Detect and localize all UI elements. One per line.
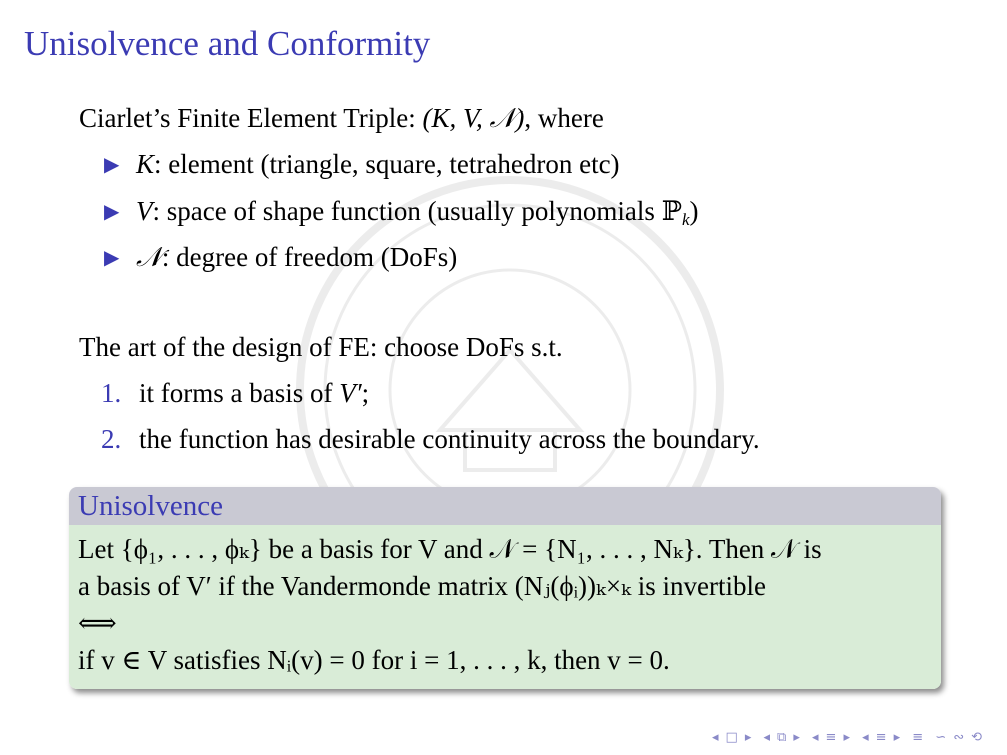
nav-next-subsection-icon[interactable]: ▸ [793, 730, 801, 745]
nav-prev-frame-icon[interactable]: ◂ [712, 730, 720, 745]
bullet-item: ▶ V: space of shape function (usually pol… [104, 196, 699, 229]
triple-where: , where [524, 103, 604, 133]
bullet-text: : degree of freedom (DoFs) [161, 242, 458, 272]
enum-math: V′ [339, 378, 362, 408]
block-line: if v ∈ V satisfies Nᵢ(v) = 0 for i = 1, … [78, 645, 670, 675]
triple-intro: Ciarlet’s Finite Element Triple: [79, 103, 416, 133]
slide-title: Unisolvence and Conformity [24, 24, 431, 63]
nav-subsection-icon[interactable]: ⧉ [777, 730, 787, 745]
bullet-triangle-icon: ▶ [104, 247, 120, 269]
nav-next-part-icon[interactable]: ▸ [894, 730, 902, 745]
bullet-item: ▶ 𝒩: degree of freedom (DoFs) [104, 244, 457, 271]
unisolvence-block: Unisolvence Let {ϕ₁, . . . , ϕₖ} be a ba… [69, 487, 941, 689]
nav-prev-subsection-icon[interactable]: ◂ [764, 730, 772, 745]
block-body: Let {ϕ₁, . . . , ϕₖ} be a basis for V an… [69, 525, 941, 689]
beamer-navigation-bar: ◂ □ ▸ ◂ ⧉ ▸ ◂ ≡ ▸ ◂ ≡ ▸ ≡ ∽ ∾ ⟲ [706, 730, 983, 745]
triple-tuple: (K, V, 𝒩) [422, 103, 525, 133]
enum-item: 2. the function has desirable continuity … [101, 426, 760, 453]
bullet-subscript: k [681, 210, 690, 229]
bullet-symbol: V [136, 196, 153, 226]
nav-toc-icon[interactable]: ≡ [912, 730, 924, 745]
enum-item: 1. it forms a basis of V′; [101, 380, 369, 407]
bullet-triangle-icon: ▶ [104, 201, 120, 223]
nav-next-frame-icon[interactable]: ▸ [745, 730, 753, 745]
nav-prev-section-icon[interactable]: ◂ [812, 730, 820, 745]
bullet-item: ▶ K: element (triangle, square, tetrahedr… [104, 151, 620, 178]
nav-next-section-icon[interactable]: ▸ [843, 730, 851, 745]
bullet-symbol: 𝒩 [136, 242, 162, 272]
bullet-symbol: K [136, 149, 155, 179]
nav-search-icon[interactable]: ⟲ [971, 730, 983, 745]
bullet-text: : element (triangle, square, tetrahedron… [154, 149, 620, 179]
bullet-tail: ) [689, 196, 699, 226]
enum-number: 1. [101, 378, 122, 408]
nav-frame-icon[interactable]: □ [726, 730, 739, 745]
bullet-text: : space of shape function (usually polyn… [152, 196, 682, 226]
nav-forward-icon[interactable]: ∾ [953, 730, 965, 745]
enum-number: 2. [101, 424, 122, 454]
triple-intro-line: Ciarlet’s Finite Element Triple: (K, V, … [79, 105, 604, 132]
nav-prev-part-icon[interactable]: ◂ [862, 730, 870, 745]
design-intro: The art of the design of FE: choose DoFs… [79, 332, 563, 362]
enum-text: it forms a basis of [139, 378, 340, 408]
block-line: Let {ϕ₁, . . . , ϕₖ} be a basis for V an… [78, 534, 822, 564]
block-heading: Unisolvence [69, 487, 941, 525]
bullet-triangle-icon: ▶ [104, 154, 120, 176]
enum-text: the function has desirable continuity ac… [139, 424, 760, 454]
block-line: a basis of V′ if the Vandermonde matrix … [78, 571, 766, 601]
nav-back-icon[interactable]: ∽ [935, 730, 947, 745]
nav-section-icon[interactable]: ≡ [826, 730, 838, 745]
block-iff-symbol: ⟺ [78, 608, 117, 638]
nav-part-icon[interactable]: ≡ [876, 730, 888, 745]
enum-text-post: ; [361, 378, 370, 408]
